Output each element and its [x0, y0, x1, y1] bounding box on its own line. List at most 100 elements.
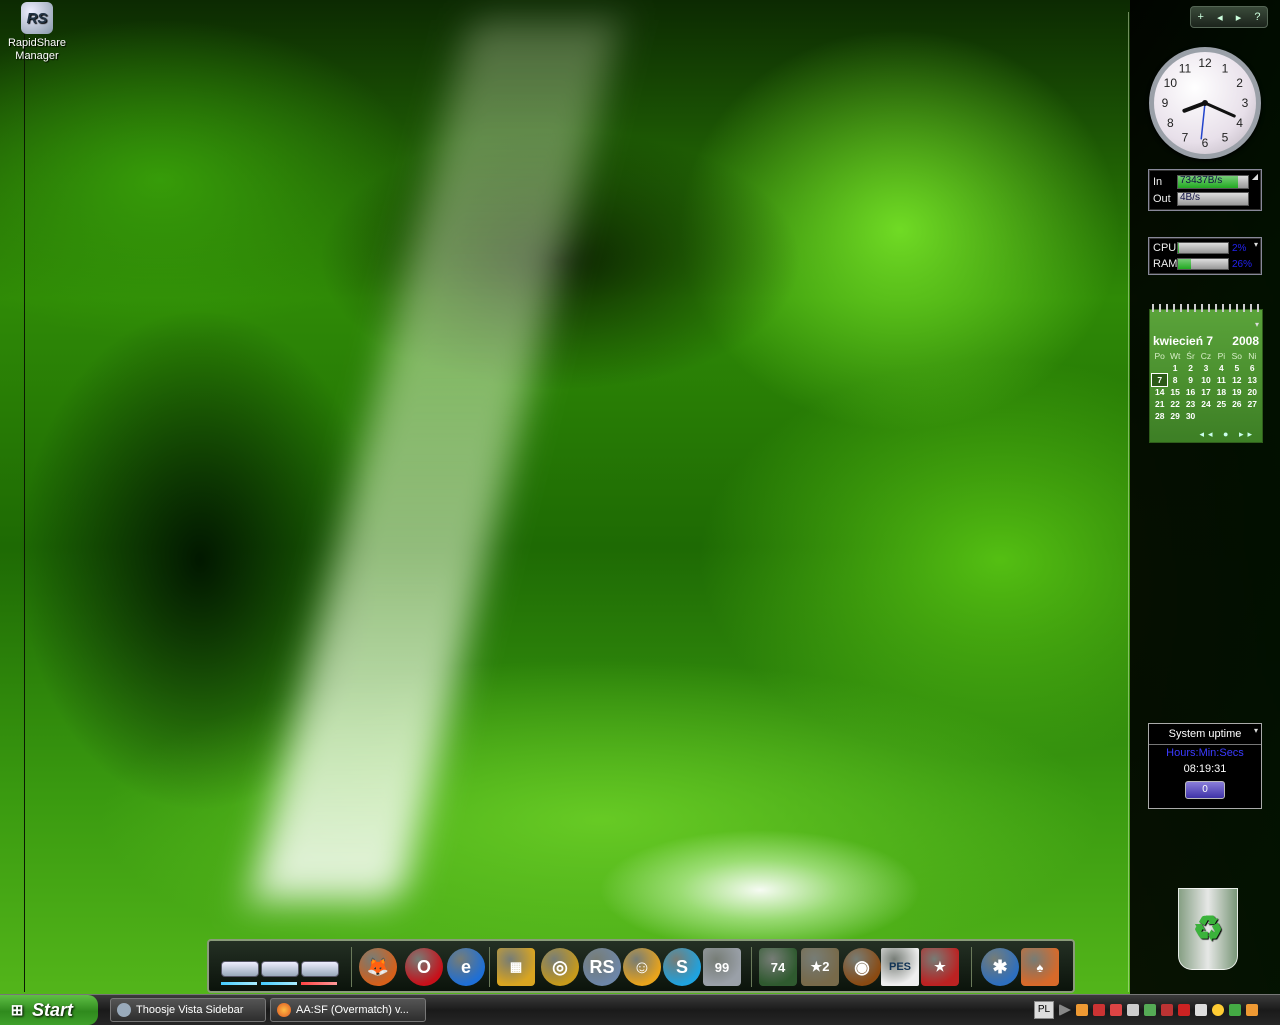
calendar-day[interactable]: 4	[1214, 362, 1229, 374]
task-thoosje-sidebar[interactable]: Thoosje Vista Sidebar	[110, 998, 266, 1022]
calendar-day[interactable]: 2	[1183, 362, 1198, 374]
tray-antivirus-icon[interactable]	[1110, 1004, 1122, 1016]
calendar-day[interactable]: 19	[1229, 386, 1244, 398]
tray-lightning-icon[interactable]	[1076, 1004, 1088, 1016]
start-button[interactable]: ⊞ Start	[0, 995, 98, 1025]
tray-msn-icon[interactable]	[1212, 1004, 1224, 1016]
calendar-day[interactable]: 21	[1152, 398, 1167, 410]
clock-gadget[interactable]: 12 1 2 3 4 5 6 7 8 9 10 11	[1149, 47, 1261, 159]
network-out-value: 4B/s	[1180, 192, 1201, 203]
drive-e-icon[interactable]	[301, 961, 339, 977]
calendar-day[interactable]: 24	[1198, 398, 1213, 410]
tray-app-icon[interactable]	[1178, 1004, 1190, 1016]
calendar-day[interactable]: 16	[1183, 386, 1198, 398]
gadget-menu-icon[interactable]: ◢	[1252, 172, 1258, 181]
drive-c-usage	[221, 982, 257, 985]
calendar-day[interactable]: 3	[1198, 362, 1213, 374]
language-indicator[interactable]: PL	[1034, 1001, 1054, 1019]
tray-network-icon[interactable]	[1144, 1004, 1156, 1016]
calendar-weekday: Po	[1154, 351, 1165, 361]
calendar-day[interactable]: 10	[1198, 374, 1213, 386]
spider-solitaire-icon[interactable]: ✱	[981, 948, 1019, 986]
clock-center	[1202, 100, 1208, 106]
calendar-day[interactable]: 5	[1229, 362, 1244, 374]
calendar-day[interactable]: 9	[1183, 374, 1198, 386]
tray-arrow-icon[interactable]	[1229, 1004, 1241, 1016]
clock-number: 9	[1162, 96, 1169, 110]
calendar-day[interactable]: 27	[1245, 398, 1260, 410]
cards-icon[interactable]: ♠	[1021, 948, 1059, 986]
calendar-day[interactable]: 28	[1152, 410, 1167, 422]
calendar-day[interactable]: 26	[1229, 398, 1244, 410]
tray-speaker-icon[interactable]	[1161, 1004, 1173, 1016]
gadget-menu-icon[interactable]: ▾	[1254, 726, 1258, 735]
internet-explorer-icon[interactable]: e	[447, 948, 485, 986]
help-button[interactable]: ?	[1254, 11, 1260, 23]
calendar-weekday: So	[1231, 351, 1243, 361]
system-tray: PL	[1034, 998, 1280, 1022]
rapidshare-icon[interactable]: RS	[583, 948, 621, 986]
network-out-bar: 4B/s	[1177, 192, 1249, 206]
tray-bug-icon[interactable]	[1093, 1004, 1105, 1016]
calendar-day[interactable]: 22	[1167, 398, 1182, 410]
calendar-day[interactable]: 17	[1198, 386, 1213, 398]
network-meter-gadget[interactable]: ◢ In 73437B/s Out 4B/s	[1148, 169, 1262, 211]
clock-number: 4	[1236, 116, 1243, 130]
america-army-icon[interactable]: ★	[921, 948, 959, 986]
calendar-day[interactable]: 18	[1214, 386, 1229, 398]
cd-burner-icon[interactable]: ◎	[541, 948, 579, 986]
calendar-day[interactable]: 7	[1150, 373, 1169, 387]
pes-icon[interactable]: PES	[881, 948, 919, 986]
clock-number: 1	[1222, 61, 1229, 75]
calendar-day[interactable]: 13	[1245, 374, 1260, 386]
recycle-bin-desktop-icon[interactable]: ♻	[1172, 888, 1244, 973]
game-emblem-icon[interactable]: ◉	[843, 948, 881, 986]
cpu-ram-meter-gadget[interactable]: ▾ CPU 2% RAM 26%	[1148, 237, 1262, 275]
drive-d-icon[interactable]	[261, 961, 299, 977]
smiley-icon[interactable]: ☺	[623, 948, 661, 986]
firefox-icon	[277, 1003, 291, 1017]
calendar-week-row: 21 22 23 24 25 26 27	[1152, 398, 1260, 410]
gadget-menu-icon[interactable]: ▾	[1255, 320, 1259, 329]
calendar-day[interactable]: 14	[1152, 386, 1167, 398]
firefox-icon[interactable]: 🦊	[359, 948, 397, 986]
task-firefox-aasf[interactable]: AA:SF (Overmatch) v...	[270, 998, 426, 1022]
calendar-navigation[interactable]: ◂◂ ● ▸▸	[1199, 429, 1256, 440]
tray-window-icon[interactable]	[1195, 1004, 1207, 1016]
tray-lightning-icon-2[interactable]	[1246, 1004, 1258, 1016]
game-star-2-icon[interactable]: ★2	[801, 948, 839, 986]
gadget-menu-icon[interactable]: ▾	[1254, 240, 1258, 249]
calendar-day[interactable]: 30	[1183, 410, 1198, 422]
tray-audio-icon[interactable]	[1127, 1004, 1139, 1016]
calendar-day[interactable]: 25	[1214, 398, 1229, 410]
skype-icon[interactable]: S	[663, 948, 701, 986]
rapidshare-manager-desktop-icon[interactable]: RS RapidShare Manager	[2, 2, 72, 63]
game-74-icon[interactable]: 74	[759, 948, 797, 986]
opera-icon[interactable]: O	[405, 948, 443, 986]
calendar-day[interactable]: 1	[1167, 362, 1182, 374]
calendar-day[interactable]: 11	[1214, 374, 1229, 386]
tray-expand-icon[interactable]	[1059, 1004, 1071, 1016]
calendar-day[interactable]: 29	[1167, 410, 1182, 422]
monitor-icon[interactable]: 99	[703, 948, 741, 986]
calendar-day[interactable]: 23	[1183, 398, 1198, 410]
drive-e-usage	[301, 982, 337, 985]
calendar-gadget[interactable]: ▾ kwiecień 7 2008 Po Wt Śr Cz Pi So Ni 1 2 3 4 5 6 7 8…	[1149, 304, 1263, 443]
drive-c-icon[interactable]	[221, 961, 259, 977]
clock-face: 12 12 3 45678 9 1011	[1162, 56, 1249, 150]
calendar-day[interactable]: 6	[1245, 362, 1260, 374]
system-uptime-gadget[interactable]: ▾ System uptime Hours:Min:Secs 08:19:31 …	[1148, 723, 1262, 809]
previous-gadgets-button[interactable]: ◂	[1217, 11, 1223, 24]
dock-bar: 🦊 Oe ▦ ◎ RS ☺ S 99 74 ★2 ◉ PES ★ ✱ ♠	[207, 939, 1075, 993]
uptime-reset-button[interactable]: 0	[1185, 781, 1225, 799]
task-label: AA:SF (Overmatch) v...	[296, 1004, 409, 1016]
calendar-day[interactable]: 20	[1245, 386, 1260, 398]
library-icon[interactable]: ▦	[497, 948, 535, 986]
calendar-day[interactable]: 15	[1167, 386, 1182, 398]
add-gadget-button[interactable]: +	[1198, 11, 1204, 23]
calendar-day[interactable]: 8	[1167, 374, 1182, 386]
cpu-label: CPU	[1153, 242, 1177, 254]
next-gadgets-button[interactable]: ▸	[1236, 11, 1242, 24]
calendar-day[interactable]: 12	[1229, 374, 1244, 386]
calendar-month: kwiecień 7	[1153, 334, 1214, 348]
